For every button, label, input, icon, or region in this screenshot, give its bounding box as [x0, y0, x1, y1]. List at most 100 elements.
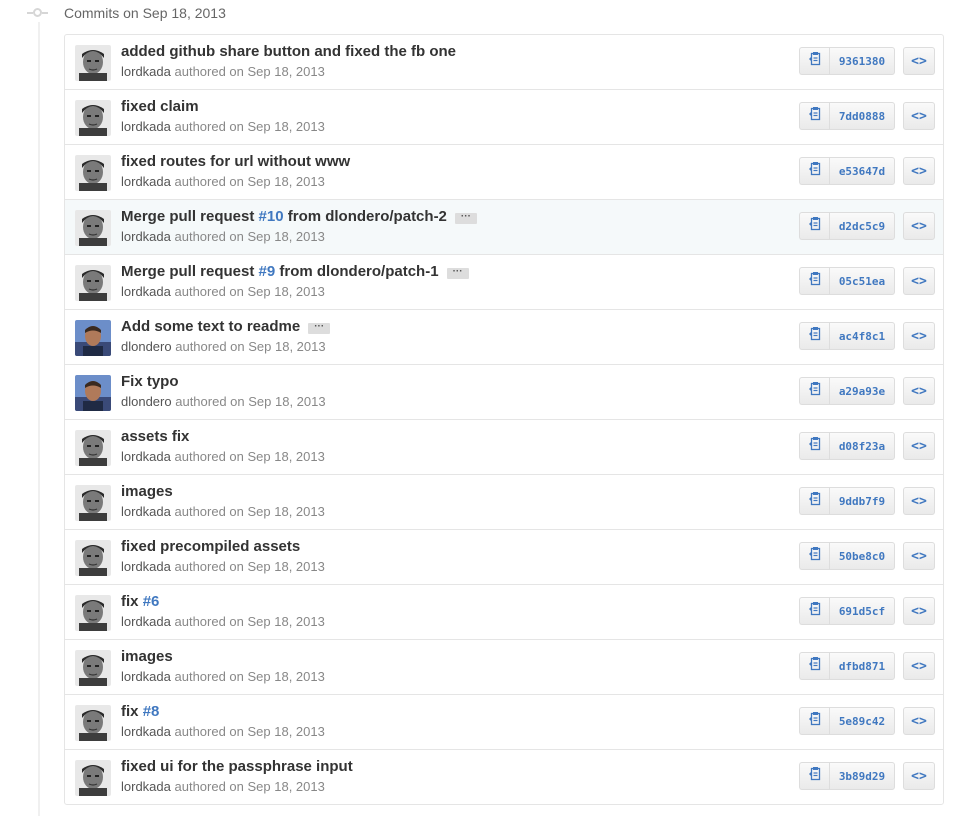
browse-files-button[interactable]: <>	[903, 47, 935, 75]
commit-sha-link[interactable]: e53647d	[829, 157, 895, 185]
commit-sha-link[interactable]: d2dc5c9	[829, 212, 895, 240]
author-avatar[interactable]	[75, 760, 111, 796]
author-link[interactable]: lordkada	[121, 504, 171, 519]
commit-message-link[interactable]: Add some text to readme	[121, 318, 300, 335]
author-avatar[interactable]	[75, 375, 111, 411]
clipboard-icon	[808, 766, 822, 787]
browse-files-button[interactable]: <>	[903, 157, 935, 185]
expand-description-button[interactable]: ···	[308, 322, 331, 334]
author-avatar[interactable]	[75, 430, 111, 466]
code-icon: <>	[911, 273, 927, 289]
browse-files-button[interactable]: <>	[903, 212, 935, 240]
copy-sha-button[interactable]	[799, 487, 829, 515]
author-link[interactable]: lordkada	[121, 559, 171, 574]
commit-meta: lordkada authored on Sep 18, 2013	[121, 724, 325, 739]
issue-link[interactable]: #9	[259, 263, 276, 280]
commit-message-link[interactable]: fixed routes for url without www	[121, 153, 350, 170]
clipboard-icon	[808, 381, 822, 402]
commit-message-link[interactable]: images	[121, 648, 173, 665]
author-link[interactable]: lordkada	[121, 449, 171, 464]
author-link[interactable]: lordkada	[121, 614, 171, 629]
browse-files-button[interactable]: <>	[903, 322, 935, 350]
copy-sha-button[interactable]	[799, 212, 829, 240]
author-link[interactable]: lordkada	[121, 229, 171, 244]
commit-sha-link[interactable]: ac4f8c1	[829, 322, 895, 350]
copy-sha-button[interactable]	[799, 707, 829, 735]
commit-message-link[interactable]: Merge pull request	[121, 208, 259, 225]
commit-sha-link[interactable]: 05c51ea	[829, 267, 895, 295]
browse-files-button[interactable]: <>	[903, 377, 935, 405]
commit-sha-link[interactable]: dfbd871	[829, 652, 895, 680]
issue-link[interactable]: #6	[143, 593, 160, 610]
copy-sha-button[interactable]	[799, 432, 829, 460]
commit-message-link[interactable]: Merge pull request	[121, 263, 259, 280]
author-link[interactable]: lordkada	[121, 779, 171, 794]
author-link[interactable]: lordkada	[121, 669, 171, 684]
author-avatar[interactable]	[75, 485, 111, 521]
author-link[interactable]: lordkada	[121, 174, 171, 189]
copy-sha-button[interactable]	[799, 652, 829, 680]
commit-sha-link[interactable]: 50be8c0	[829, 542, 895, 570]
author-avatar[interactable]	[75, 210, 111, 246]
author-avatar[interactable]	[75, 100, 111, 136]
commit-sha-link[interactable]: 5e89c42	[829, 707, 895, 735]
copy-sha-button[interactable]	[799, 47, 829, 75]
commit-message-link[interactable]: fixed ui for the passphrase input	[121, 758, 353, 775]
commit-message-suffix[interactable]: from dlondero/patch-1	[275, 263, 438, 280]
browse-files-button[interactable]: <>	[903, 707, 935, 735]
browse-files-button[interactable]: <>	[903, 762, 935, 790]
copy-sha-button[interactable]	[799, 762, 829, 790]
commit-message-link[interactable]: assets fix	[121, 428, 189, 445]
authored-date: authored on Sep 18, 2013	[174, 229, 325, 244]
commit-message-link[interactable]: Fix typo	[121, 373, 179, 390]
browse-files-button[interactable]: <>	[903, 267, 935, 295]
commit-message-link[interactable]: fixed claim	[121, 98, 199, 115]
author-avatar[interactable]	[75, 705, 111, 741]
copy-sha-button[interactable]	[799, 597, 829, 625]
browse-files-button[interactable]: <>	[903, 597, 935, 625]
commit-sha-link[interactable]: 691d5cf	[829, 597, 895, 625]
copy-sha-button[interactable]	[799, 102, 829, 130]
issue-link[interactable]: #10	[259, 208, 284, 225]
author-link[interactable]: lordkada	[121, 64, 171, 79]
commit-message-link[interactable]: fix	[121, 593, 143, 610]
commit-sha-link[interactable]: 3b89d29	[829, 762, 895, 790]
commit-sha-link[interactable]: 9361380	[829, 47, 895, 75]
copy-sha-button[interactable]	[799, 322, 829, 350]
copy-sha-button[interactable]	[799, 542, 829, 570]
commit-message-suffix[interactable]: from dlondero/patch-2	[284, 208, 447, 225]
author-link[interactable]: dlondero	[121, 339, 172, 354]
commit-sha-link[interactable]: a29a93e	[829, 377, 895, 405]
author-avatar[interactable]	[75, 650, 111, 686]
author-avatar[interactable]	[75, 540, 111, 576]
copy-sha-button[interactable]	[799, 377, 829, 405]
commit-row: fixed ui for the passphrase input lordkad…	[65, 749, 943, 804]
author-link[interactable]: lordkada	[121, 724, 171, 739]
commit-message-link[interactable]: images	[121, 483, 173, 500]
copy-sha-button[interactable]	[799, 157, 829, 185]
issue-link[interactable]: #8	[143, 703, 160, 720]
author-link[interactable]: dlondero	[121, 394, 172, 409]
browse-files-button[interactable]: <>	[903, 652, 935, 680]
expand-description-button[interactable]: ···	[446, 267, 469, 279]
commit-sha-link[interactable]: 9ddb7f9	[829, 487, 895, 515]
commit-sha-link[interactable]: 7dd0888	[829, 102, 895, 130]
author-avatar[interactable]	[75, 595, 111, 631]
author-avatar[interactable]	[75, 320, 111, 356]
commit-message-link[interactable]: fixed precompiled assets	[121, 538, 300, 555]
expand-description-button[interactable]: ···	[454, 212, 477, 224]
commit-title: Merge pull request #9 from dlondero/patc…	[121, 263, 469, 280]
commit-sha-link[interactable]: d08f23a	[829, 432, 895, 460]
copy-sha-button[interactable]	[799, 267, 829, 295]
browse-files-button[interactable]: <>	[903, 102, 935, 130]
author-link[interactable]: lordkada	[121, 284, 171, 299]
browse-files-button[interactable]: <>	[903, 432, 935, 460]
browse-files-button[interactable]: <>	[903, 487, 935, 515]
author-avatar[interactable]	[75, 155, 111, 191]
author-avatar[interactable]	[75, 45, 111, 81]
commit-message-link[interactable]: fix	[121, 703, 143, 720]
commit-message-link[interactable]: added github share button and fixed the …	[121, 43, 456, 60]
author-avatar[interactable]	[75, 265, 111, 301]
author-link[interactable]: lordkada	[121, 119, 171, 134]
browse-files-button[interactable]: <>	[903, 542, 935, 570]
